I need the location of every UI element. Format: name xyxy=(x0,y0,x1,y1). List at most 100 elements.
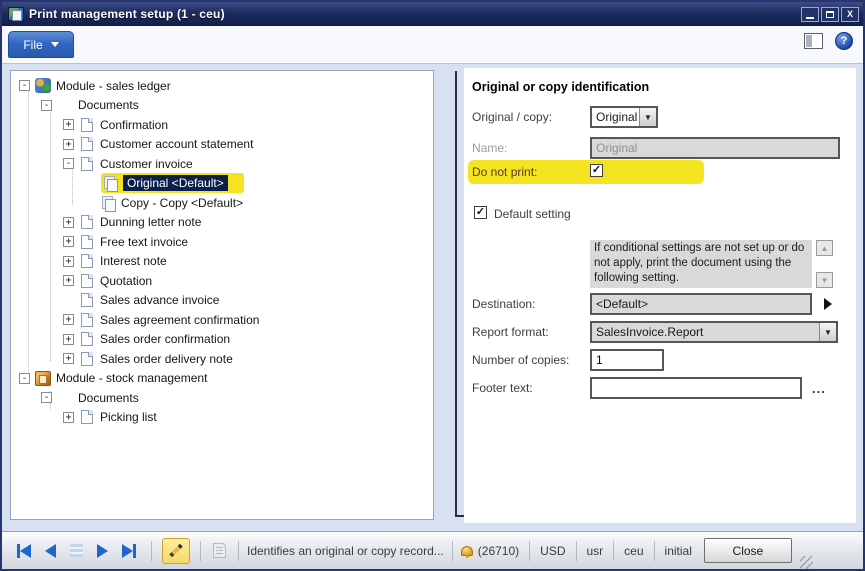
expand-icon[interactable]: + xyxy=(63,334,74,345)
collapse-icon[interactable]: - xyxy=(63,158,74,169)
previous-record-button[interactable] xyxy=(45,544,56,558)
tree-item[interactable]: +Sales order confirmation xyxy=(11,330,433,350)
copy-page-icon xyxy=(104,176,117,190)
resize-grip[interactable] xyxy=(800,556,813,569)
copy-page-icon xyxy=(102,196,115,210)
notification-count[interactable]: (26710) xyxy=(476,544,521,558)
notification-bell-icon[interactable] xyxy=(461,546,473,556)
document-attachment-icon[interactable] xyxy=(213,543,226,558)
separator xyxy=(654,541,655,561)
minimize-button[interactable] xyxy=(801,7,819,22)
edit-record-button[interactable] xyxy=(162,538,190,564)
destination-label: Destination: xyxy=(472,297,535,311)
expand-icon[interactable]: + xyxy=(63,314,74,325)
panel-heading: Original or copy identification xyxy=(472,80,649,94)
help-icon[interactable]: ? xyxy=(835,32,853,50)
destination-flyout-icon[interactable] xyxy=(824,298,832,310)
collapse-icon[interactable]: - xyxy=(19,80,30,91)
collapse-icon[interactable]: - xyxy=(41,392,52,403)
print-management-setup-window: Print management setup (1 - ceu) X File … xyxy=(0,0,865,571)
tree-item[interactable]: -Documents xyxy=(11,96,433,116)
tree-item[interactable]: -Customer invoice xyxy=(11,154,433,174)
next-record-button[interactable] xyxy=(97,544,108,558)
menu-bar: File ? xyxy=(2,26,863,64)
status-help-text: Identifies an original or copy record... xyxy=(247,544,444,558)
scroll-up-icon[interactable]: ▲ xyxy=(816,240,833,256)
tree-item[interactable]: + Sales order delivery note xyxy=(11,349,433,369)
currency-indicator[interactable]: USD xyxy=(538,544,567,558)
chevron-down-icon[interactable]: ▼ xyxy=(819,323,836,341)
document-icon xyxy=(81,215,93,229)
name-label: Name: xyxy=(472,141,507,155)
documents-icon xyxy=(57,98,73,113)
expand-icon[interactable]: + xyxy=(63,275,74,286)
settings-panel: Original or copy identification Original… xyxy=(464,68,856,523)
tree-item[interactable]: +Customer account statement xyxy=(11,135,433,155)
tree-item-label: Sales agreement confirmation xyxy=(100,313,259,327)
file-menu-label: File xyxy=(23,38,42,52)
chevron-down-icon[interactable]: ▼ xyxy=(639,108,656,126)
client-area: -Module - sales ledger-Documents+Confirm… xyxy=(2,65,863,531)
tree-item[interactable]: -Module - sales ledger xyxy=(11,76,433,96)
tree-item[interactable]: +Free text invoice xyxy=(11,232,433,252)
tree-item[interactable]: Sales advance invoice xyxy=(11,291,433,311)
maximize-button[interactable] xyxy=(821,7,839,22)
panel-splitter[interactable] xyxy=(455,71,457,517)
tree-item[interactable]: Copy - Copy <Default> xyxy=(11,193,433,213)
toggle-pane-icon[interactable] xyxy=(804,33,823,49)
footer-text-input[interactable] xyxy=(590,377,802,399)
partition-indicator[interactable]: initial xyxy=(663,544,694,558)
separator xyxy=(529,541,530,561)
tree-item[interactable]: +Picking list xyxy=(11,408,433,428)
destination-field[interactable]: <Default> xyxy=(590,293,812,315)
close-window-button[interactable]: X xyxy=(841,7,859,22)
original-copy-select[interactable]: Original ▼ xyxy=(590,106,658,128)
documents-icon xyxy=(57,390,73,405)
scroll-down-icon[interactable]: ▼ xyxy=(816,272,833,288)
collapse-icon[interactable]: - xyxy=(19,373,30,384)
tree-item[interactable]: Original <Default> xyxy=(11,174,433,194)
tree-item[interactable]: + Sales agreement confirmation xyxy=(11,310,433,330)
collapse-icon[interactable]: - xyxy=(41,100,52,111)
user-indicator[interactable]: usr xyxy=(585,544,606,558)
tree-item-label: Quotation xyxy=(100,274,152,288)
separator xyxy=(238,541,239,561)
tree-item[interactable]: +Confirmation xyxy=(11,115,433,135)
tree-item[interactable]: - Documents xyxy=(11,388,433,408)
tree-item[interactable]: +Interest note xyxy=(11,252,433,272)
report-format-label: Report format: xyxy=(472,325,549,339)
separator xyxy=(200,541,201,561)
report-format-select[interactable]: SalesInvoice.Report ▼ xyxy=(590,321,838,343)
tree-item-label: Sales order delivery note xyxy=(100,352,233,366)
tree-item[interactable]: +Dunning letter note xyxy=(11,213,433,233)
default-setting-checkbox[interactable]: ✓ xyxy=(474,206,487,219)
expand-icon[interactable]: + xyxy=(63,139,74,150)
tree-item[interactable]: -Module - stock management xyxy=(11,369,433,389)
document-icon xyxy=(81,352,93,366)
first-record-button[interactable] xyxy=(17,544,31,558)
file-menu-button[interactable]: File xyxy=(8,31,74,58)
separator xyxy=(452,541,453,561)
expand-icon[interactable]: + xyxy=(63,256,74,267)
document-icon xyxy=(81,332,93,346)
company-indicator[interactable]: ceu xyxy=(622,544,645,558)
tree-item-label: Documents xyxy=(78,391,139,405)
status-bar: Identifies an original or copy record...… xyxy=(2,531,863,569)
tree-item-label: Sales advance invoice xyxy=(100,293,219,307)
footer-text-label: Footer text: xyxy=(472,381,533,395)
grid-view-icon[interactable] xyxy=(70,544,83,557)
close-button[interactable]: Close xyxy=(704,538,792,563)
expand-icon[interactable]: + xyxy=(63,119,74,130)
expand-icon[interactable]: + xyxy=(63,236,74,247)
do-not-print-checkbox[interactable]: ✓ xyxy=(590,164,603,177)
tree-item[interactable]: + Quotation xyxy=(11,271,433,291)
document-icon xyxy=(81,410,93,424)
expand-icon[interactable]: + xyxy=(63,217,74,228)
footer-text-lookup-button[interactable]: ... xyxy=(812,381,826,396)
expand-icon[interactable]: + xyxy=(63,412,74,423)
separator xyxy=(576,541,577,561)
module-sales-icon xyxy=(35,78,51,93)
expand-icon[interactable]: + xyxy=(63,353,74,364)
number-of-copies-input[interactable] xyxy=(590,349,664,371)
last-record-button[interactable] xyxy=(122,544,136,558)
